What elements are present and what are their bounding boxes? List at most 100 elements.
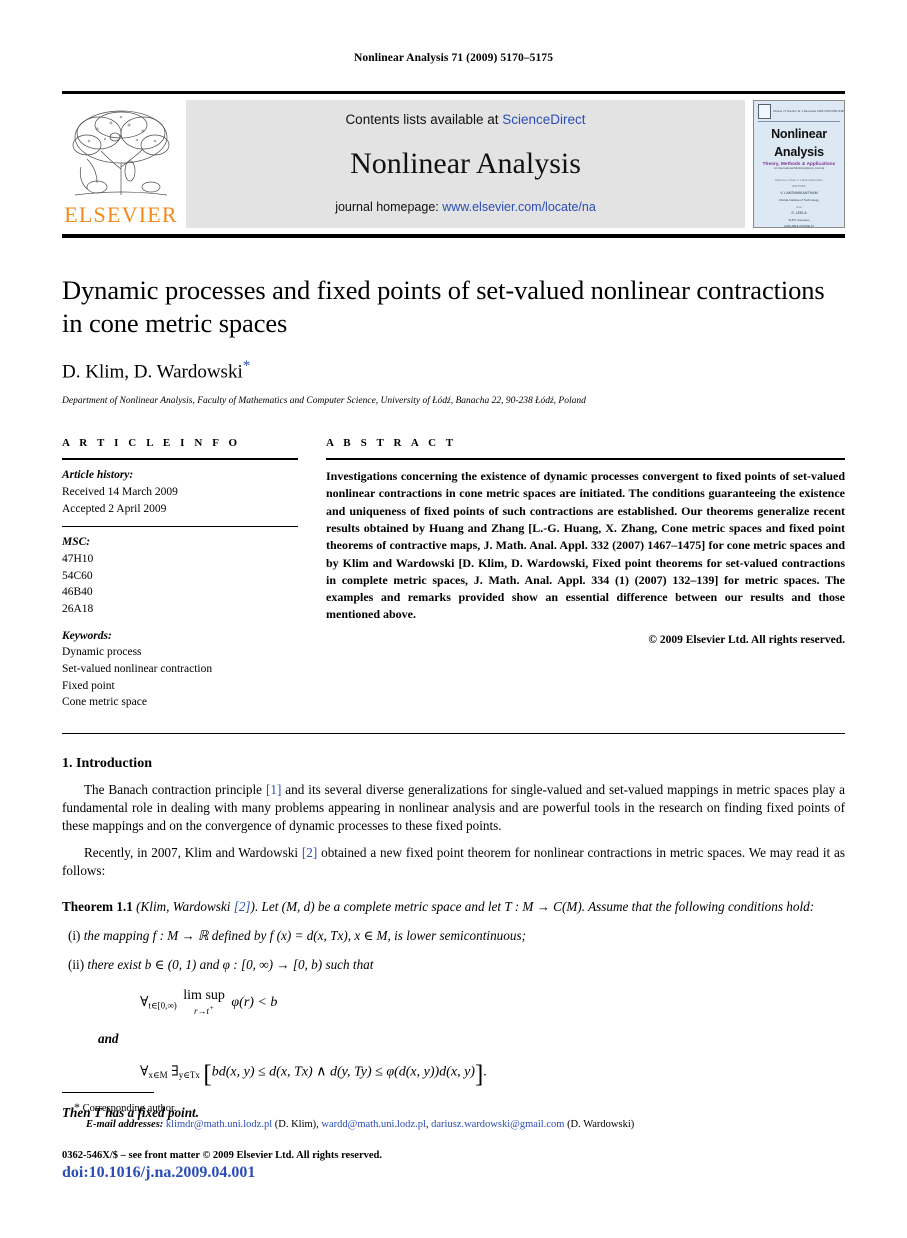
msc-code: 54C60 xyxy=(62,569,93,582)
email-link-wardowski-1[interactable]: wardd@math.uni.lodz.pl xyxy=(321,1119,425,1130)
formula-2-expression: bd(x, y) ≤ d(x, Tx) ∧ d(y, Ty) ≤ φ(d(x, … xyxy=(211,1064,475,1080)
running-head: Nonlinear Analysis 71 (2009) 5170–5175 xyxy=(353,52,554,64)
limsup-bottom-sup: + xyxy=(209,1003,215,1013)
formula-2-terminator: . xyxy=(483,1064,487,1080)
elsevier-wordmark: ELSEVIER xyxy=(64,202,178,227)
email-link-klim[interactable]: klimdr@math.uni.lodz.pl xyxy=(166,1119,272,1130)
contents-prefix: Contents lists available at xyxy=(345,112,503,127)
msc-code: 46B40 xyxy=(62,586,93,599)
journal-homepage-link[interactable]: www.elsevier.com/locate/na xyxy=(442,200,596,214)
formula-2-quantifier-2: ∃ xyxy=(171,1064,179,1080)
theorem-attribution-a: (Klim, Wardowski xyxy=(132,898,234,914)
theorem-1-1: Theorem 1.1 (Klim, Wardowski [2]). Let (… xyxy=(62,898,845,916)
email-link-wardowski-2[interactable]: dariusz.wardowski@gmail.com xyxy=(431,1119,564,1130)
elsevier-tree-icon xyxy=(72,110,170,196)
abstract-heading: A B S T R A C T xyxy=(326,437,457,450)
author-names: D. Klim, D. Wardowski xyxy=(62,361,243,383)
theorem-label: Theorem 1.1 xyxy=(62,898,133,914)
article-title: Dynamic processes and fixed points of se… xyxy=(62,275,825,339)
journal-title: Nonlinear Analysis xyxy=(350,146,581,180)
cover-title-line1: Nonlinear xyxy=(771,127,827,141)
keyword-item: Fixed point xyxy=(62,679,115,692)
formula-2-bracket-open: [ xyxy=(203,1061,212,1089)
journal-cover-thumbnail: Volume 71 Number 11 1 December 2009 ISSN… xyxy=(753,100,845,228)
formula-2-quantifier-1-subscript: x∈M xyxy=(148,1069,168,1080)
paragraph-1-part-a: The Banach contraction principle xyxy=(84,781,266,797)
cover-editor-name-1: V. LAKSHMIKANTHAM xyxy=(780,190,818,195)
cover-editor-affil-1: Florida Institute of Technology xyxy=(779,198,819,203)
cover-editor-name-2: S. LEELA xyxy=(791,210,807,215)
citation-ref-2[interactable]: [2] xyxy=(302,845,317,860)
theorem-condition-i: (i) the mapping f : M → ℝ defined by f (… xyxy=(68,926,845,946)
limsup-bottom: r→t+ xyxy=(183,1003,225,1017)
msc-code: 26A18 xyxy=(62,602,94,615)
sciencedirect-link[interactable]: ScienceDirect xyxy=(502,112,585,127)
article-received-date: Received 14 March 2009 xyxy=(62,485,178,498)
info-abstract-section: A R T I C L E I N F O Article history: R… xyxy=(62,437,845,711)
article-page: Nonlinear Analysis 71 (2009) 5170–5175 E… xyxy=(0,0,907,1238)
paragraph-2-part-a: Recently, in 2007, Klim and Wardowski xyxy=(84,844,302,860)
article-info-rule-top xyxy=(62,458,298,461)
cover-editorial-block: Editors-in-Chief V. Lakshmikantham EDITO… xyxy=(775,177,823,224)
email-addresses-line: E-mail addresses: klimdr@math.uni.lodz.p… xyxy=(62,1117,845,1133)
formula-connector-and: and xyxy=(98,1031,119,1047)
condition-ii-number: (ii) xyxy=(68,957,85,973)
cover-available-label: AVAILABLE ONLINE AT xyxy=(784,223,814,228)
msc-code: 47H10 xyxy=(62,552,94,565)
citation-ref-1[interactable]: [1] xyxy=(266,782,281,797)
formula-limsup: ∀t∈[0,∞) lim sup r→t+ φ(r) < b xyxy=(140,989,845,1017)
msc-label: MSC: xyxy=(62,536,91,549)
abstract-copyright: © 2009 Elsevier Ltd. All rights reserved… xyxy=(648,633,845,646)
article-history-label: Article history: xyxy=(62,469,134,482)
keywords-label: Keywords: xyxy=(62,629,112,642)
section-divider xyxy=(62,732,845,734)
cover-subtitle-secondary: An International Multidisciplinary Journ… xyxy=(773,165,825,170)
keyword-item: Set-valued nonlinear contraction xyxy=(62,662,213,675)
cover-elsevier-mark-icon xyxy=(758,104,771,119)
limsup-top: lim sup xyxy=(183,988,225,1004)
limsup-bottom-base: r→t xyxy=(194,1006,210,1017)
corresponding-author-marker[interactable]: * xyxy=(243,358,251,374)
introduction-heading: 1. Introduction xyxy=(62,755,152,771)
formula-2-quantifier-2-subscript: y∈Tx xyxy=(178,1069,200,1080)
cover-footer-block: AVAILABLE ONLINE AT ScienceDirect www.sc… xyxy=(784,223,814,228)
journal-masthead: ELSEVIER Contents lists available at Sci… xyxy=(62,91,845,238)
contents-list-line: Contents lists available at ScienceDirec… xyxy=(345,112,585,127)
email-owner-klim: (D. Klim) xyxy=(274,1118,317,1130)
footnote-rule xyxy=(62,1091,154,1093)
cover-issue-line: Volume 71 Number 11 1 December 2009 ISSN… xyxy=(773,109,845,113)
elsevier-logo: ELSEVIER xyxy=(62,100,180,228)
author-list: D. Klim, D. Wardowski* xyxy=(62,357,845,384)
sciencedirect-banner: Contents lists available at ScienceDirec… xyxy=(186,100,745,228)
homepage-prefix: journal homepage: xyxy=(335,200,443,214)
condition-i-number: (i) xyxy=(68,927,81,943)
formula-contraction: ∀x∈M ∃y∈Tx [bd(x, y) ≤ d(x, Tx) ∧ d(y, T… xyxy=(140,1061,845,1089)
abstract-rule-top xyxy=(326,458,845,461)
introduction-paragraph-2: Recently, in 2007, Klim and Wardowski [2… xyxy=(62,844,845,880)
keyword-item: Cone metric space xyxy=(62,696,147,709)
imprint-line: 0362-546X/$ – see front matter © 2009 El… xyxy=(62,1150,382,1162)
cover-subtitle: Theory, Methods & Applications xyxy=(762,160,836,166)
doi-link[interactable]: doi:10.1016/j.na.2009.04.001 xyxy=(62,1164,845,1182)
article-info-heading: A R T I C L E I N F O xyxy=(62,437,241,450)
footnote-star-marker: * xyxy=(74,1099,80,1114)
limsup-operator: lim sup r→t+ xyxy=(183,989,225,1017)
theorem-attribution-b: ). Let (M, d) be a complete metric space… xyxy=(250,898,815,914)
article-accepted-date: Accepted 2 April 2009 xyxy=(62,502,167,515)
formula-1-expression: φ(r) < b xyxy=(231,995,278,1011)
corresponding-author-text: Corresponding author. xyxy=(82,1102,177,1114)
condition-ii-text: there exist b ∈ (0, 1) and φ : [0, ∞) → … xyxy=(87,957,374,973)
abstract-column: A B S T R A C T Investigations concernin… xyxy=(326,437,845,711)
email-addresses-label: E-mail addresses: xyxy=(86,1118,164,1130)
condition-i-text: the mapping f : M → ℝ defined by f (x) =… xyxy=(83,927,526,943)
journal-homepage-line: journal homepage: www.elsevier.com/locat… xyxy=(335,200,596,214)
page-footnote: * Corresponding author. E-mail addresses… xyxy=(62,1091,845,1182)
cover-title-line2: Analysis xyxy=(774,145,824,160)
theorem-citation-ref[interactable]: [2] xyxy=(234,899,251,914)
article-info-column: A R T I C L E I N F O Article history: R… xyxy=(62,437,298,711)
abstract-text: Investigations concerning the existence … xyxy=(326,469,845,622)
article-info-rule-mid xyxy=(62,526,298,528)
keyword-item: Dynamic process xyxy=(62,646,142,659)
cover-top-strip: Volume 71 Number 11 1 December 2009 ISSN… xyxy=(758,104,844,122)
